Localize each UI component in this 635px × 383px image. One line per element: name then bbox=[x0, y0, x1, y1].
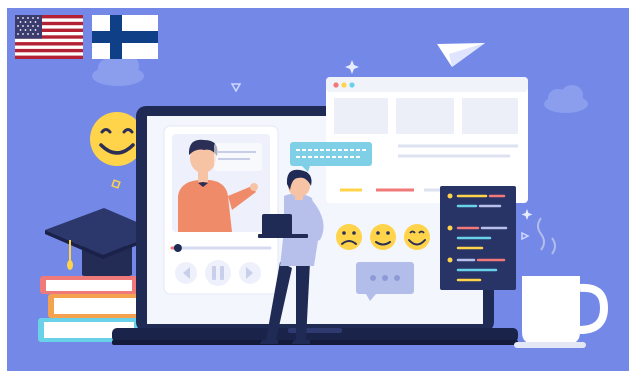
browser-window bbox=[326, 77, 528, 203]
video-progress-handle[interactable] bbox=[173, 244, 182, 252]
happy-face-icon[interactable] bbox=[404, 224, 430, 250]
emoji-rating bbox=[336, 224, 430, 250]
fi-flag-icon bbox=[92, 15, 158, 59]
language-selector bbox=[15, 15, 160, 61]
rewind-button[interactable] bbox=[175, 262, 197, 284]
video-player bbox=[163, 125, 279, 295]
forward-button[interactable] bbox=[239, 262, 261, 284]
language-option-en-us[interactable] bbox=[15, 15, 83, 59]
language-option-fi[interactable] bbox=[92, 15, 158, 59]
code-panel bbox=[440, 186, 516, 290]
neutral-face-icon[interactable] bbox=[370, 224, 396, 250]
pause-button[interactable] bbox=[205, 260, 231, 286]
smiley-face-icon bbox=[90, 112, 144, 166]
hero-illustration bbox=[0, 0, 635, 379]
us-flag-icon bbox=[15, 15, 83, 59]
sad-face-icon[interactable] bbox=[336, 224, 362, 250]
